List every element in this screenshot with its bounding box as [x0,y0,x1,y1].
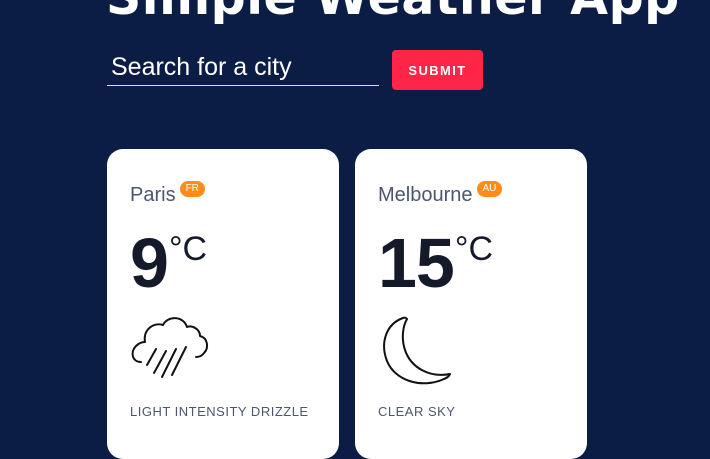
temperature: 9 °C [130,227,207,299]
city-name: Melbourne [378,184,473,206]
city-name: Paris [130,184,176,206]
weather-description: LIGHT INTENSITY DRIZZLE [130,404,309,419]
app-title: Simple Weather App [106,0,680,26]
temperature-value: 9 [130,224,169,302]
weather-description: CLEAR SKY [378,404,456,419]
rain-cloud-icon [131,317,209,378]
city-header: Melbourne AU [378,181,503,207]
city-header: Paris FR [130,181,205,207]
submit-button[interactable]: SUBMIT [392,50,483,90]
search-form: SUBMIT [107,50,487,90]
country-badge: AU [476,181,503,197]
crescent-moon-icon [383,316,451,385]
country-badge: FR [179,181,205,197]
weather-card-melbourne: Melbourne AU 15 °C CLEAR SKY [355,149,587,459]
temperature-unit: °C [168,230,208,268]
search-input[interactable] [107,50,379,86]
temperature: 15 °C [378,227,493,299]
weather-card-paris: Paris FR 9 °C LIGHT INTENSITY DRIZZLE [107,149,339,459]
temperature-value: 15 [378,224,455,302]
temperature-unit: °C [454,230,494,268]
